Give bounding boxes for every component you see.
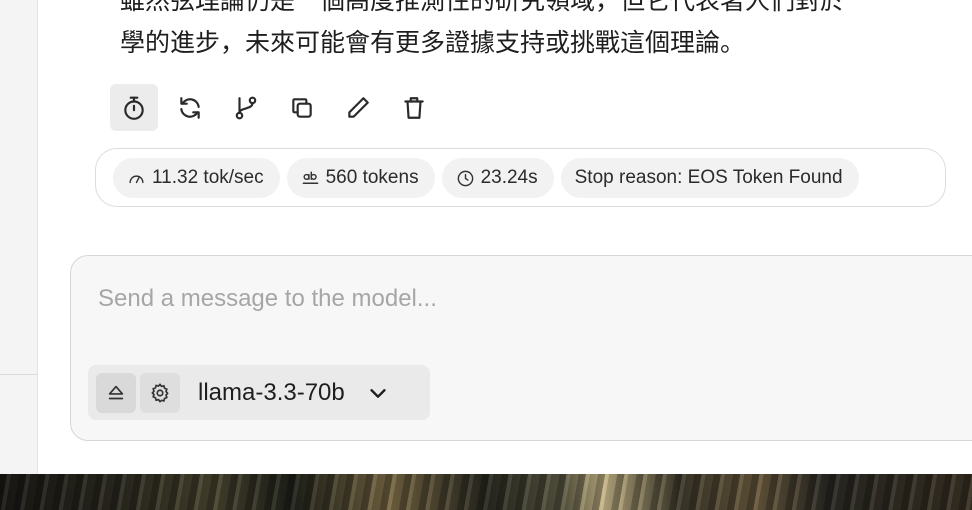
chevron-down-icon — [370, 388, 386, 398]
message-line: 學的進步，未來可能會有更多證據支持或挑戰這個理論。 — [120, 28, 746, 57]
stop-reason-value: Stop reason: EOS Token Found — [574, 167, 843, 188]
delete-icon — [404, 96, 424, 119]
copy-icon — [292, 97, 312, 118]
delete-button[interactable] — [390, 84, 438, 131]
eject-model-button[interactable] — [96, 372, 136, 413]
tokens-chip: 560 tokens — [286, 158, 435, 198]
generation-stats-button[interactable] — [110, 84, 158, 131]
time-value: 23.24s — [480, 167, 538, 188]
sidebar-divider — [0, 374, 37, 375]
model-dropdown-toggle[interactable] — [367, 382, 389, 404]
stopwatch-icon — [124, 96, 144, 120]
regenerate-button[interactable] — [166, 84, 214, 131]
message-line: 雖然弦理論仍是一個高度推測性的研究領域，但它代表著人們對於 — [120, 0, 846, 15]
clock-icon — [457, 170, 473, 186]
tokens-value: 560 tokens — [325, 167, 419, 188]
branch-button[interactable] — [222, 84, 270, 131]
regenerate-icon — [180, 96, 200, 119]
edit-button[interactable] — [334, 84, 382, 131]
eject-icon — [108, 385, 124, 399]
assistant-message: 雖然弦理論仍是一個高度推測性的研究領域，但它代表著人們對於 學的進步，未來可能會… — [120, 0, 972, 64]
sidebar-panel — [0, 0, 38, 474]
message-composer: llama-3.3-70b — [70, 255, 972, 441]
gauge-icon — [129, 174, 144, 183]
copy-button[interactable] — [278, 84, 326, 131]
model-name-label[interactable]: llama-3.3-70b — [198, 379, 345, 407]
speed-value: 11.32 tok/sec — [152, 167, 264, 188]
background-photo — [0, 474, 972, 510]
speed-chip: 11.32 tok/sec — [113, 158, 280, 198]
gear-icon — [151, 382, 169, 403]
edit-icon — [348, 96, 369, 118]
token-count-icon — [302, 170, 318, 184]
message-input[interactable] — [96, 284, 960, 314]
message-action-bar — [110, 84, 438, 131]
stop-reason-chip: Stop reason: EOS Token Found — [560, 158, 859, 198]
model-settings-button[interactable] — [140, 372, 180, 413]
time-chip: 23.24s — [441, 158, 554, 198]
branch-icon — [235, 96, 257, 119]
model-selector-bar: llama-3.3-70b — [88, 365, 430, 420]
generation-stats-panel: 11.32 tok/sec 560 tokens 23.24s Stop rea… — [95, 148, 946, 207]
